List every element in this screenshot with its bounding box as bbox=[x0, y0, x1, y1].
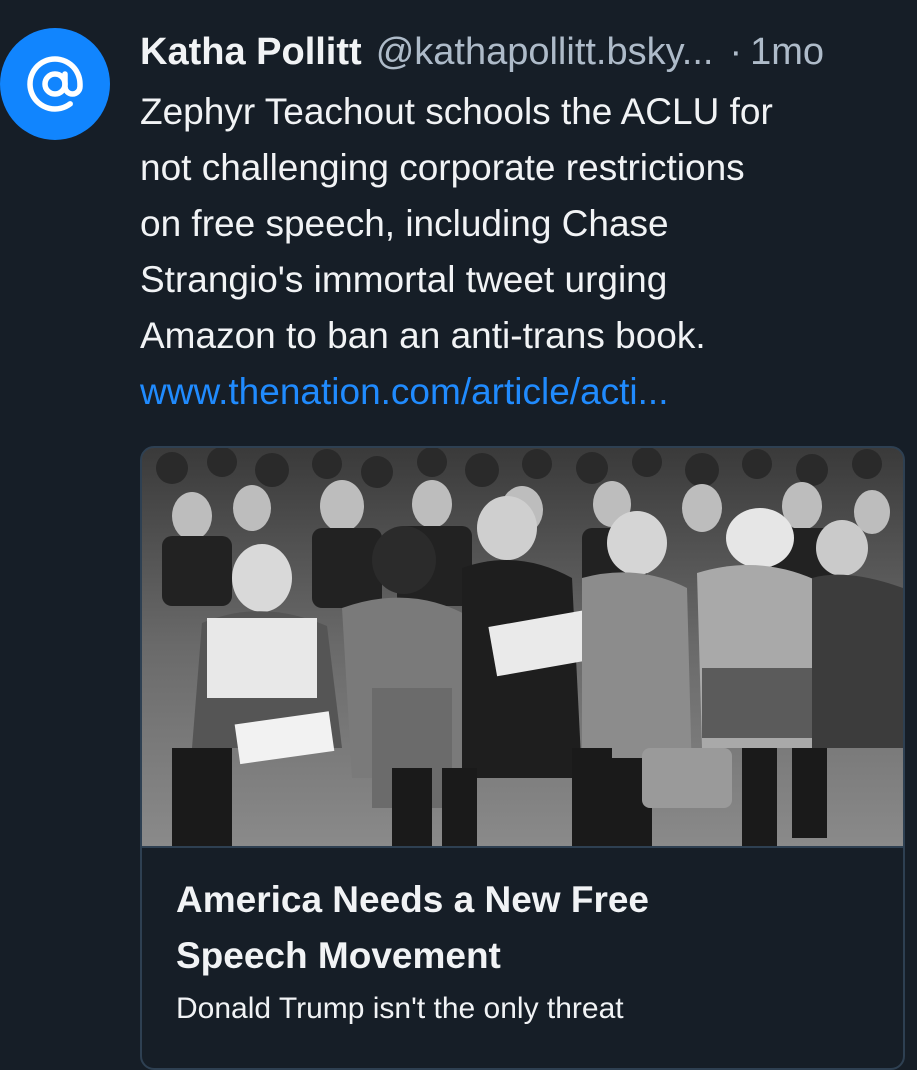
post-text-line: Amazon to ban an anti-trans book. bbox=[140, 315, 706, 356]
card-title-line: Speech Movement bbox=[176, 935, 501, 976]
post-header: Katha Pollitt @kathapollitt.bsky... · 1m… bbox=[140, 28, 910, 76]
post-timestamp[interactable]: 1mo bbox=[750, 28, 824, 76]
author-name[interactable]: Katha Pollitt bbox=[140, 28, 362, 76]
article-link[interactable]: www.thenation.com/article/acti... bbox=[140, 364, 910, 420]
card-title-line: America Needs a New Free bbox=[176, 879, 650, 920]
card-thumbnail bbox=[142, 448, 903, 848]
separator-dot: · bbox=[729, 31, 743, 73]
audience-photo bbox=[142, 448, 903, 846]
post-text: Zephyr Teachout schools the ACLU for not… bbox=[140, 84, 910, 420]
post-text-line: not challenging corporate restrictions bbox=[140, 147, 745, 188]
post-text-line: Strangio's immortal tweet urging bbox=[140, 259, 668, 300]
avatar[interactable] bbox=[0, 28, 110, 140]
post-text-line: on free speech, including Chase bbox=[140, 203, 669, 244]
post[interactable]: Katha Pollitt @kathapollitt.bsky... · 1m… bbox=[0, 0, 917, 1070]
post-text-line: Zephyr Teachout schools the ACLU for bbox=[140, 91, 773, 132]
card-description: Donald Trump isn't the only threat bbox=[176, 992, 624, 1025]
at-sign-icon bbox=[27, 56, 83, 112]
author-handle[interactable]: @kathapollitt.bsky... bbox=[376, 28, 714, 76]
link-preview-card[interactable]: America Needs a New Free Speech Movement… bbox=[140, 446, 905, 1070]
card-title: America Needs a New Free Speech Movement bbox=[176, 872, 876, 984]
